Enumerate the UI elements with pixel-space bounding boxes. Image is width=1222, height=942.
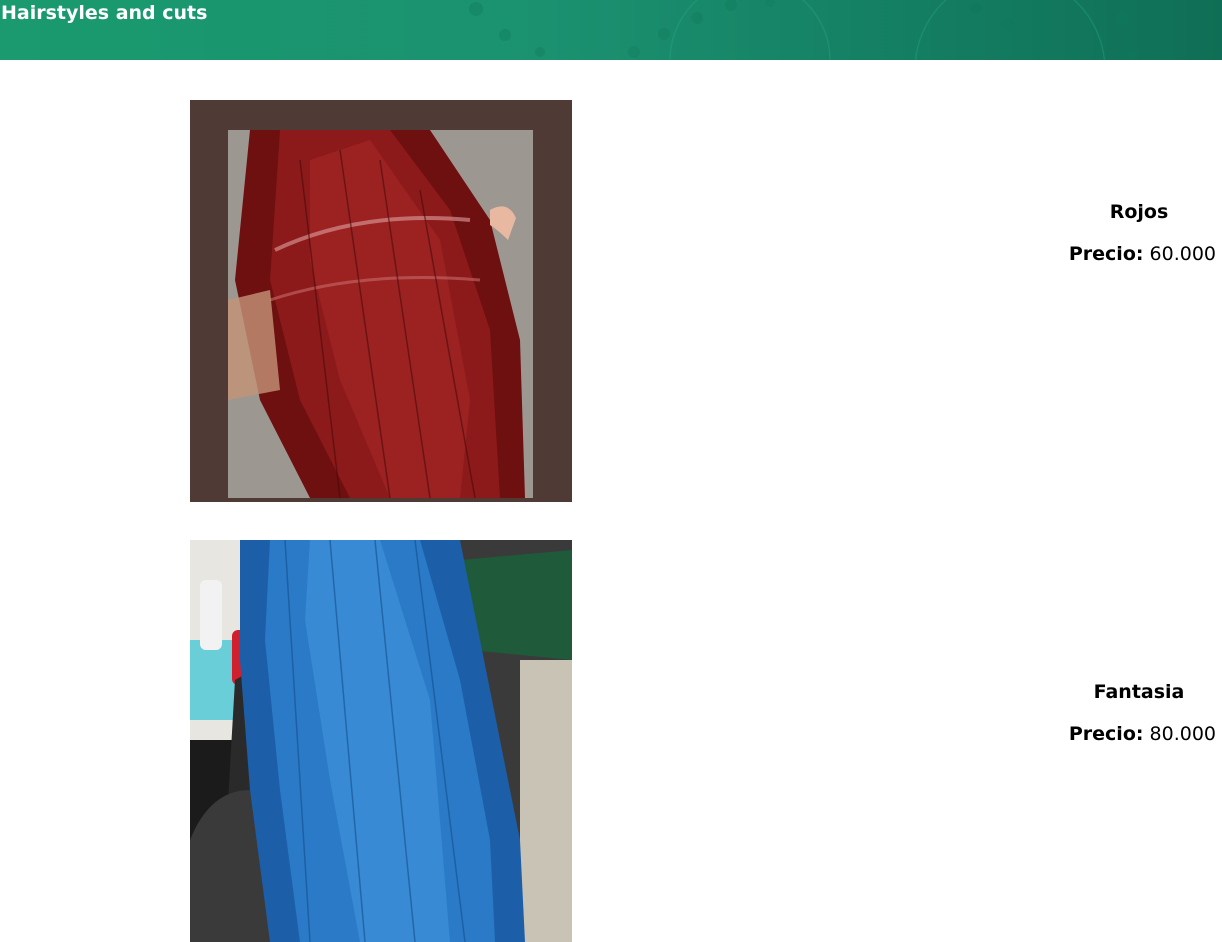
price-label: Precio:: [1068, 243, 1144, 265]
price-label: Precio:: [1068, 723, 1144, 745]
page-title: Hairstyles and cuts: [1, 2, 208, 24]
page-header: Hairstyles and cuts: [0, 0, 1222, 60]
product-price: Precio: 80.000: [1069, 722, 1216, 746]
product-price: Precio: 60.000: [1069, 242, 1216, 266]
product-name: Fantasia: [1093, 681, 1185, 703]
product-card-rojos: Rojos Precio: 60.000: [0, 100, 1222, 502]
price-value: 60.000: [1149, 243, 1216, 265]
product-card-fantasia: Fantasia Precio: 80.000: [0, 540, 1222, 942]
product-image[interactable]: [190, 100, 572, 502]
product-image[interactable]: [190, 540, 572, 942]
price-value: 80.000: [1149, 723, 1216, 745]
product-name: Rojos: [1109, 201, 1169, 223]
